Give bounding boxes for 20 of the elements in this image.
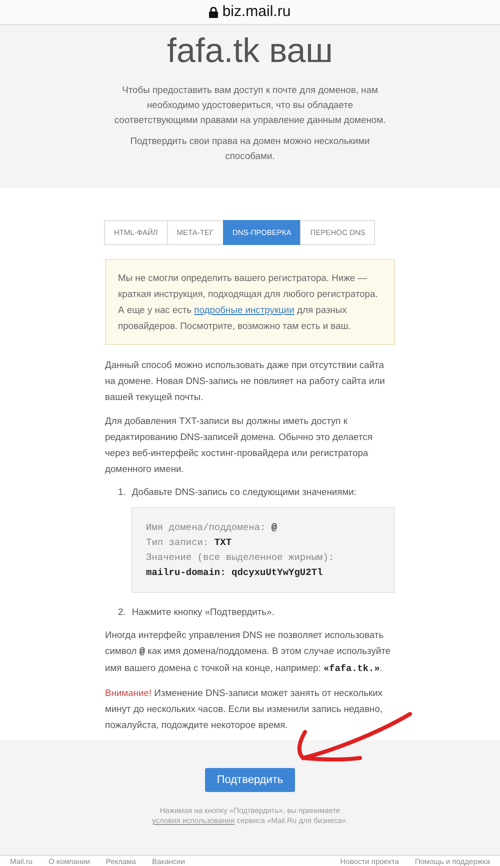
intro-text: Чтобы предоставить вам доступ к почте для доменов, нам необходимо удостовериться, что вы обладаете соответствующими правами на управление данным доменом.: [113, 83, 387, 128]
code-line: Тип записи: TXT: [146, 536, 233, 550]
warning-text: Внимание! Изменение DNS-записи может занять от нескольких минут до нескольких часов. Если вы изменили запись недавно, пожалуйста, подождите некоторое время.: [105, 686, 384, 732]
code-line: mailru-domain: qdcyxuUtYwYgU2Tl: [146, 566, 324, 580]
body-text: Для добавления TXT-записи вы должны иметь доступ к редактированию DNS-записей домена. Обычно это делается через веб-интерфейс хостинг-провайдера или регистратора доменного имени.: [105, 414, 374, 476]
page-title: fafa.tk ваш: [166, 33, 334, 70]
lock-icon: [209, 6, 218, 18]
confirm-button[interactable]: Подтвердить: [205, 768, 295, 792]
code-line: Значение (все выделенное жирным):: [146, 551, 336, 566]
code-line: Имя домена/поддомена: @: [146, 521, 278, 536]
notice-text: Мы не смогли определить вашего регистратора. Ниже — краткая инструкция, подходящая для любого регистратора. А еще у нас есть подробные инструкции для разных провайдеров. Посмотрите, возможно там есть и ваш.: [118, 272, 378, 332]
intro-text: Подтвердить свои права на домен можно несколькими способами.: [129, 134, 371, 164]
instructions-link[interactable]: подробные инструкции: [194, 304, 294, 316]
step-number: 1.: [118, 485, 126, 500]
url-text[interactable]: biz.mail.ru: [222, 0, 291, 24]
body-text: Данный способ можно использовать даже при отсутствии сайта на домене. Новая DNS-запись не повлияет на работу сайта или вашей текущей почты.: [105, 358, 386, 404]
step-text: Нажмите кнопку «Подтвердить».: [132, 605, 274, 620]
note-text: Иногда интерфейс управления DNS не позволяет использовать символ @ как имя домена/поддомена. В этом случае используйте имя вашего домена с точкой на конце, например: «fafa.tk.».: [105, 628, 392, 676]
step-text: Добавьте DNS-запись со следующими значениями:: [132, 485, 356, 500]
step-number: 2.: [118, 605, 126, 620]
